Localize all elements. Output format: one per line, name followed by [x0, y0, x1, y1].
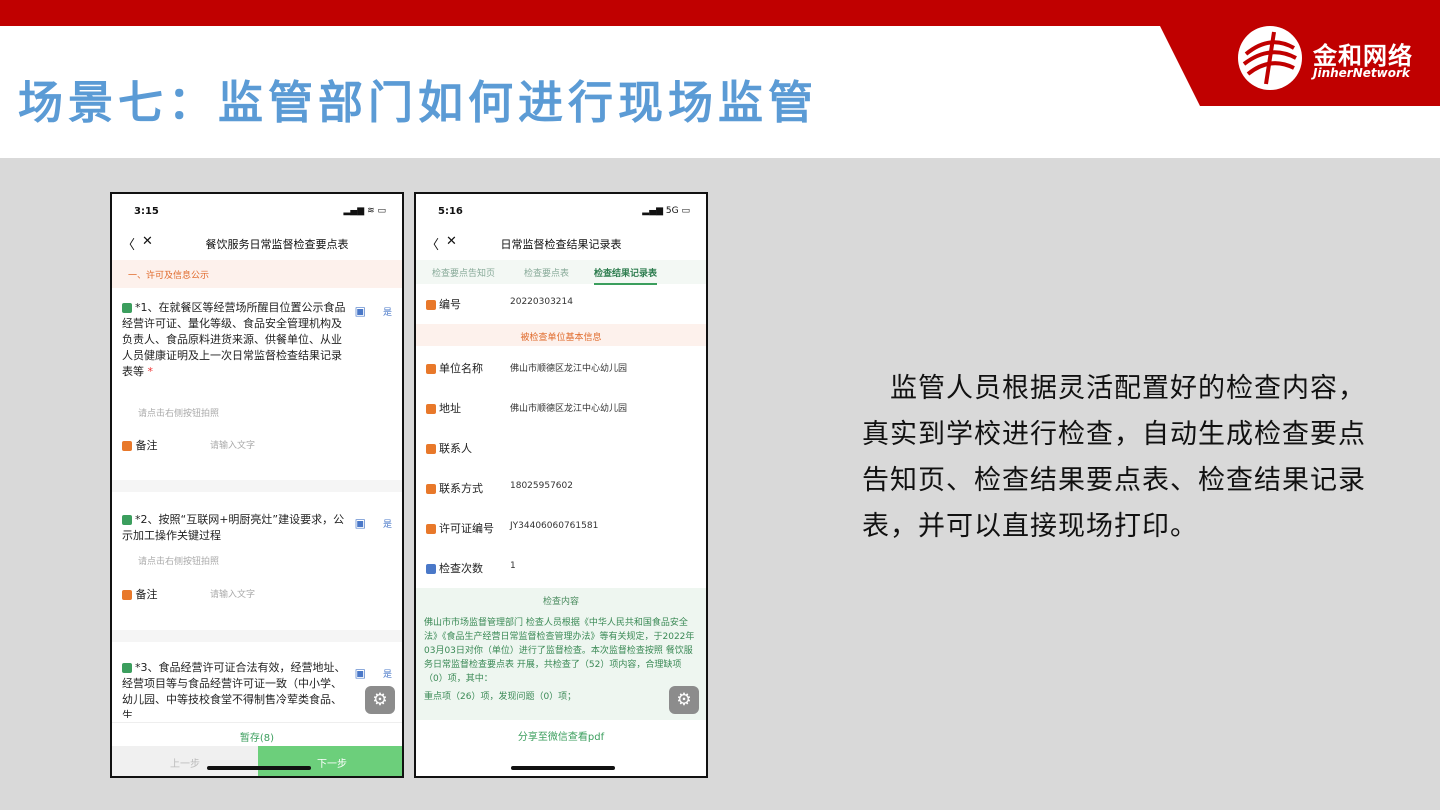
phone-screenshot-checklist: 3:15 ▂▄▆ ≋ ▭ 〈 ✕ 餐饮服务日常监督检查要点表 一、许可及信息公示…: [110, 192, 404, 778]
section-header: 一、许可及信息公示: [112, 260, 402, 288]
nav-title: 日常监督检查结果记录表: [500, 238, 622, 251]
check-item-text: *2、按照“互联网+明厨亮灶”建设要求，公示加工操作关键过程: [122, 513, 345, 542]
next-step-button[interactable]: 下一步: [258, 746, 402, 776]
content-text: 佛山市市场监督管理部门 检查人员根据《中华人民共和国食品安全法》《食品生产经营日…: [424, 618, 695, 684]
field-icon: [426, 524, 436, 534]
search-icon: [122, 515, 132, 525]
remark-input[interactable]: 请输入文字: [210, 587, 255, 600]
content-text-2: 重点项（26）项，发现问题（0）项；: [424, 692, 577, 702]
content-body: 佛山市市场监督管理部门 检查人员根据《中华人民共和国食品安全法》《食品生产经营日…: [416, 612, 706, 720]
field-row: 许可证编号 JY34406060761581: [426, 520, 696, 536]
tab-notice-page[interactable]: 检查要点告知页: [432, 266, 495, 279]
status-bar: 3:15 ▂▄▆ ≋ ▭: [112, 194, 402, 230]
remark-icon: [122, 441, 132, 451]
field-icon: [426, 300, 436, 310]
logo-text-en: JinherNetwork: [1313, 66, 1410, 80]
yes-option[interactable]: 是: [383, 517, 392, 530]
field-label: 检查次数: [439, 562, 483, 575]
remark-label: 备注: [135, 439, 158, 452]
section-band: 被检查单位基本信息: [416, 324, 706, 346]
field-label: 许可证编号: [439, 522, 494, 535]
camera-icon[interactable]: ▣: [355, 516, 366, 530]
remark-input[interactable]: 请输入文字: [210, 438, 255, 451]
check-item-text: *3、食品经营许可证合法有效，经营地址、经营项目等与食品经营许可证一致（中小学、…: [122, 661, 346, 718]
field-icon: [426, 404, 436, 414]
status-time: 5:16: [438, 206, 463, 217]
top-red-bar: [0, 0, 1440, 26]
phone-screenshot-result-record: 5:16 ▂▄▆ 5G ▭ 〈 ✕ 日常监督检查结果记录表 检查要点告知页 检查…: [414, 192, 708, 778]
check-item: *3、食品经营许可证合法有效，经营地址、经营项目等与食品经营许可证一致（中小学、…: [122, 660, 348, 718]
remark-label: 备注: [135, 588, 158, 601]
field-icon: [426, 484, 436, 494]
home-indicator: [511, 766, 615, 770]
field-value: 18025957602: [510, 481, 573, 491]
field-row: 单位名称 佛山市顺德区龙江中心幼儿园: [426, 360, 696, 376]
tab-bar: 检查要点告知页 检查要点表 检查结果记录表: [416, 260, 706, 285]
nav-bar: 〈 ✕ 餐饮服务日常监督检查要点表: [112, 230, 402, 258]
field-value: 佛山市顺德区龙江中心幼儿园: [510, 404, 628, 414]
search-icon: [122, 303, 132, 313]
divider: [112, 630, 402, 642]
share-pdf-button[interactable]: 分享至微信查看pdf: [416, 722, 706, 746]
description-text: 监管人员根据灵活配置好的检查内容，真实到学校进行检查，自动生成检查要点告知页、检…: [862, 373, 1366, 542]
home-indicator: [207, 766, 311, 770]
content-header: 检查内容: [416, 588, 706, 612]
field-row: 检查次数 1: [426, 560, 696, 576]
nav-bar: 〈 ✕ 日常监督检查结果记录表: [416, 230, 706, 258]
field-value: 20220303214: [510, 297, 573, 307]
field-icon: [426, 444, 436, 454]
gear-icon[interactable]: ⚙: [669, 686, 699, 714]
field-value: 佛山市顺德区龙江中心幼儿园: [510, 364, 628, 374]
nav-title: 餐饮服务日常监督检查要点表: [205, 238, 349, 251]
divider: [112, 480, 402, 492]
check-item: *2、按照“互联网+明厨亮灶”建设要求，公示加工操作关键过程: [122, 512, 348, 544]
prev-step-button[interactable]: 上一步: [112, 746, 258, 776]
field-label: 编号: [439, 298, 461, 311]
search-icon: [122, 663, 132, 673]
field-row: 地址 佛山市顺德区龙江中心幼儿园: [426, 400, 696, 416]
signal-icons: ▂▄▆ 5G ▭: [642, 206, 690, 216]
slide-title: 场景七：监管部门如何进行现场监管: [18, 76, 819, 129]
logo-icon: [1238, 26, 1302, 90]
status-time: 3:15: [134, 206, 159, 217]
field-value: 1: [510, 561, 516, 571]
remark-icon: [122, 590, 132, 600]
field-label: 地址: [439, 402, 461, 415]
photo-hint: 请点击右侧按钮拍照: [138, 557, 220, 567]
yes-option[interactable]: 是: [383, 305, 392, 318]
photo-hint: 请点击右侧按钮拍照: [138, 409, 220, 419]
signal-icons: ▂▄▆ ≋ ▭: [343, 206, 386, 216]
check-item: *1、在就餐区等经营场所醒目位置公示食品经营许可证、量化等级、食品安全管理机构及…: [122, 300, 348, 380]
field-icon: [426, 364, 436, 374]
required-star: *: [147, 365, 154, 378]
field-label: 单位名称: [439, 362, 483, 375]
hash-icon: [426, 564, 436, 574]
yes-option[interactable]: 是: [383, 667, 392, 680]
remark-row: 备注 请输入文字: [122, 586, 255, 602]
field-row: 编号 20220303214: [426, 296, 696, 312]
remark-row: 备注 请输入文字: [122, 437, 255, 453]
tab-result-record[interactable]: 检查结果记录表: [594, 266, 658, 285]
gear-icon[interactable]: ⚙: [365, 686, 395, 714]
field-label: 联系方式: [439, 482, 483, 495]
save-draft-button[interactable]: 暂存(8): [112, 722, 402, 746]
field-row: 联系方式 18025957602: [426, 480, 696, 496]
field-row: 联系人: [426, 440, 696, 456]
tab-checklist[interactable]: 检查要点表: [524, 266, 569, 279]
field-value: JY34406060761581: [510, 521, 599, 531]
camera-icon[interactable]: ▣: [355, 304, 366, 318]
check-item-text: *1、在就餐区等经营场所醒目位置公示食品经营许可证、量化等级、食品安全管理机构及…: [122, 301, 346, 378]
status-bar: 5:16 ▂▄▆ 5G ▭: [416, 194, 706, 230]
camera-icon[interactable]: ▣: [355, 666, 366, 680]
field-label: 联系人: [439, 442, 472, 455]
